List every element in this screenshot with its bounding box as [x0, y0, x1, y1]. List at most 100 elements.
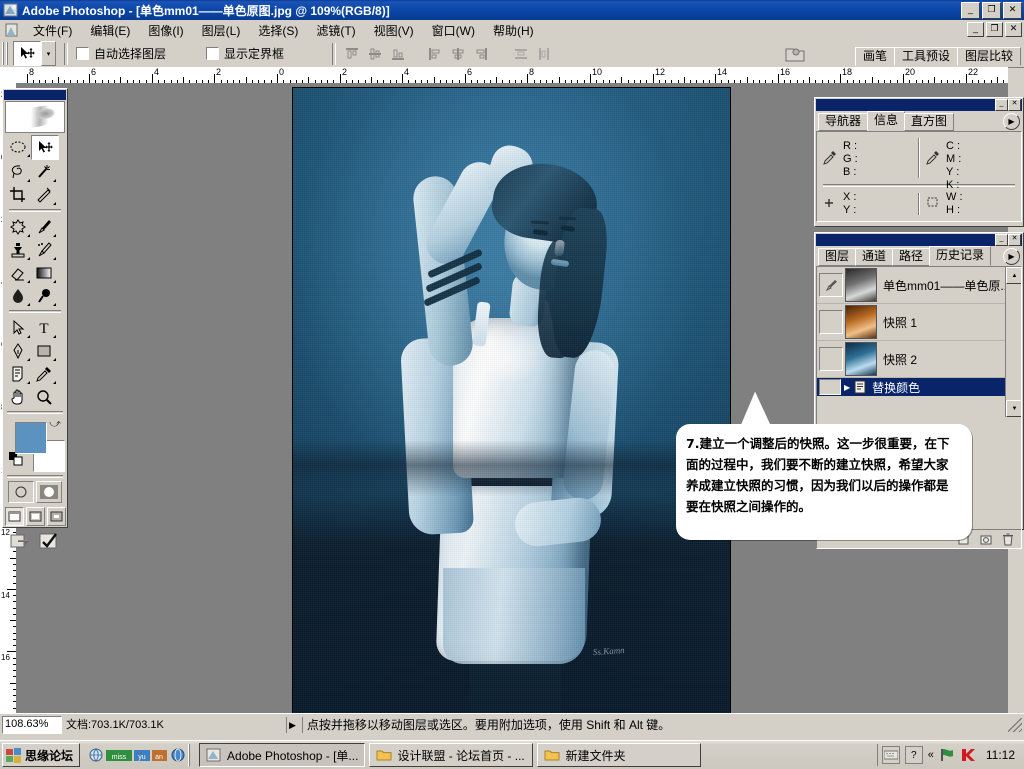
distribute-vertical-center-icon[interactable]: [536, 46, 552, 62]
tab-info[interactable]: 信息: [867, 111, 906, 131]
maximize-button[interactable]: ❐: [982, 2, 1001, 19]
close-button[interactable]: ✕: [1003, 2, 1022, 19]
swap-colors-icon[interactable]: ⤻: [49, 418, 61, 431]
options-bar-grip[interactable]: [2, 42, 9, 65]
full-screen-icon[interactable]: [46, 507, 66, 526]
standard-screen-icon[interactable]: [4, 507, 24, 526]
align-bottom-icon[interactable]: [390, 46, 406, 62]
pen-tool-icon[interactable]: [5, 339, 31, 362]
horizontal-ruler[interactable]: 8 6 4 2 0 2 4 6 8 10 12 14 16 18 20 22: [0, 67, 1008, 84]
quick-mask-mode-icon[interactable]: [36, 481, 62, 503]
auto-select-layer-checkbox[interactable]: [76, 47, 89, 60]
history-snapshot-row[interactable]: 快照 2: [817, 341, 1021, 378]
resize-grip-icon[interactable]: [1008, 718, 1022, 732]
menu-select[interactable]: 选择(S): [249, 20, 307, 41]
info-palette[interactable]: _ ✕ 导航器 信息 直方图 ▶ R : G : B : C: M: Y:…: [814, 97, 1024, 227]
state-brush-marker[interactable]: [819, 379, 841, 395]
lasso-tool-icon[interactable]: [5, 160, 31, 183]
default-colors-icon[interactable]: [9, 452, 23, 466]
marquee-tool-icon[interactable]: [5, 135, 31, 158]
menu-image[interactable]: 图像(I): [139, 20, 192, 41]
start-button[interactable]: 思缘论坛: [2, 743, 81, 767]
healing-brush-tool-icon[interactable]: [5, 215, 31, 238]
menu-filter[interactable]: 滤镜(T): [307, 20, 364, 41]
show-bounding-box-checkbox[interactable]: [206, 47, 220, 60]
foreground-color-swatch[interactable]: [15, 422, 47, 454]
history-snapshot-row[interactable]: 单色mm01——单色原...: [817, 267, 1021, 304]
distribute-top-icon[interactable]: [513, 46, 529, 62]
menu-file[interactable]: 文件(F): [24, 20, 81, 41]
dodge-tool-icon[interactable]: [31, 284, 57, 307]
taskbar-button-forum[interactable]: 设计联盟 - 论坛首页 - ...: [369, 743, 534, 767]
align-left-icon[interactable]: [427, 46, 443, 62]
history-snapshot-row[interactable]: 快照 1: [817, 304, 1021, 341]
keyboard-icon[interactable]: [881, 746, 900, 764]
tab-histogram[interactable]: 直方图: [904, 113, 955, 131]
new-snapshot-icon[interactable]: [979, 532, 993, 546]
info-palette-close-button[interactable]: ✕: [1008, 99, 1021, 111]
gradient-tool-icon[interactable]: [31, 261, 57, 284]
document-canvas[interactable]: Ss.Kamn: [293, 88, 730, 713]
crop-tool-icon[interactable]: [5, 183, 31, 206]
menu-view[interactable]: 视图(V): [365, 20, 423, 41]
history-scrollbar[interactable]: ▲ ▼: [1005, 267, 1021, 417]
taskbar-button-newfolder[interactable]: 新建文件夹: [537, 743, 702, 767]
blur-tool-icon[interactable]: [5, 284, 31, 307]
clone-stamp-tool-icon[interactable]: [5, 238, 31, 261]
align-top-icon[interactable]: [344, 46, 360, 62]
toolbox[interactable]: T ⤻: [2, 88, 68, 549]
info-palette-titlebar[interactable]: _ ✕: [816, 99, 1022, 111]
document-restore-button[interactable]: ❐: [986, 22, 1003, 37]
menu-layer[interactable]: 图层(L): [193, 20, 250, 41]
shape-tool-icon[interactable]: [31, 339, 57, 362]
toolbox-titlebar[interactable]: [4, 90, 66, 100]
zoom-tool-icon[interactable]: [31, 385, 57, 408]
status-expand-icon[interactable]: ▶: [289, 720, 296, 731]
zoom-level-field[interactable]: 108.63%: [2, 716, 62, 734]
hand-tool-icon[interactable]: [5, 385, 31, 408]
full-screen-menubar-icon[interactable]: [25, 507, 45, 526]
well-tab-tool-presets[interactable]: 工具预设: [893, 47, 958, 66]
well-tab-layer-comps[interactable]: 图层比较: [956, 47, 1021, 66]
info-palette-minimize-button[interactable]: _: [995, 99, 1008, 111]
align-horizontal-center-icon[interactable]: [450, 46, 466, 62]
green-flag-icon[interactable]: [939, 747, 955, 763]
standard-mode-icon[interactable]: [8, 481, 34, 503]
jump-to-icon[interactable]: [38, 531, 60, 551]
snapshot-brush-marker[interactable]: [819, 310, 843, 334]
move-tool-icon[interactable]: [13, 41, 41, 66]
tab-layers[interactable]: 图层: [818, 248, 857, 266]
history-palette-titlebar[interactable]: _ ✕: [816, 234, 1022, 246]
show-bounding-box-option[interactable]: 显示定界框: [206, 45, 284, 62]
history-state-row-replace-color[interactable]: ▶ 替换颜色: [817, 378, 1021, 396]
file-browser-icon[interactable]: [784, 44, 806, 64]
menu-edit[interactable]: 编辑(E): [81, 20, 139, 41]
brush-tool-icon[interactable]: [31, 215, 57, 238]
menu-window[interactable]: 窗口(W): [423, 20, 484, 41]
type-tool-icon[interactable]: T: [31, 316, 57, 339]
path-selection-tool-icon[interactable]: [5, 316, 31, 339]
tab-navigator[interactable]: 导航器: [818, 113, 869, 131]
document-icon[interactable]: [4, 22, 20, 38]
taskbar-button-photoshop[interactable]: Adobe Photoshop - [单...: [199, 743, 366, 767]
well-tab-brushes[interactable]: 画笔: [854, 47, 895, 66]
slice-tool-icon[interactable]: [31, 183, 57, 206]
help-icon[interactable]: ?: [904, 746, 923, 764]
tool-preset-dropdown[interactable]: ▾: [41, 41, 56, 66]
palette-menu-icon[interactable]: ▶: [1003, 113, 1020, 130]
document-minimize-button[interactable]: _: [967, 22, 984, 37]
history-palette-close-button[interactable]: ✕: [1008, 234, 1021, 246]
magic-wand-tool-icon[interactable]: [31, 160, 57, 183]
snapshot-brush-marker[interactable]: [819, 347, 843, 371]
history-palette-minimize-button[interactable]: _: [995, 234, 1008, 246]
minimize-button[interactable]: _: [961, 2, 980, 19]
www-icon[interactable]: [88, 747, 104, 763]
history-brush-tool-icon[interactable]: [31, 238, 57, 261]
snapshot-brush-marker[interactable]: [819, 273, 843, 297]
kaspersky-icon[interactable]: [960, 747, 976, 763]
tab-channels[interactable]: 通道: [855, 248, 894, 266]
missyuan-logo-icon[interactable]: miss yu an: [106, 748, 168, 763]
auto-select-layer-option[interactable]: 自动选择图层: [76, 45, 166, 62]
browser-icon[interactable]: [170, 747, 186, 763]
history-list[interactable]: 单色mm01——单色原... 快照 1 快照 2 ▶ 替换颜色 ▲ ▼: [817, 267, 1021, 417]
